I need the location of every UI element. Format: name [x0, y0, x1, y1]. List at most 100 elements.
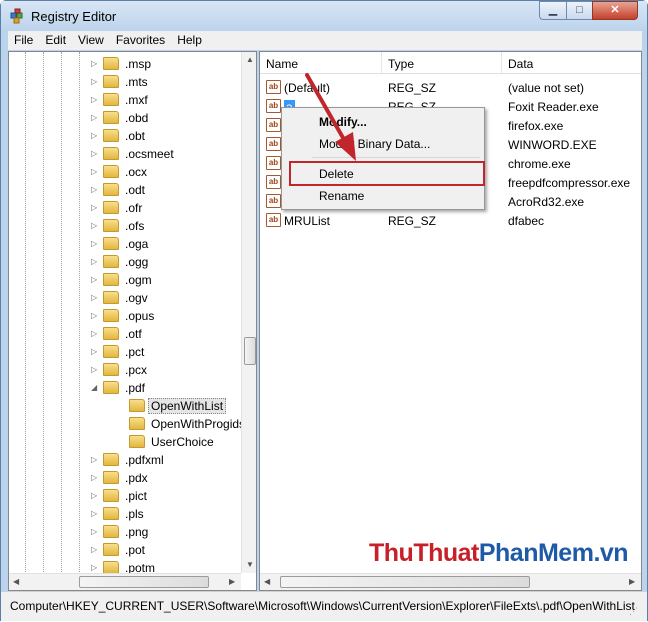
scroll-right-arrow-icon[interactable]: ▶ [229, 577, 235, 586]
expand-arrow-icon[interactable]: ▷ [91, 563, 97, 572]
expand-arrow-icon[interactable]: ▷ [91, 131, 97, 140]
minimize-button[interactable]: ▁ [539, 1, 567, 20]
context-menu-modify-binary[interactable]: Modify Binary Data... [284, 134, 482, 154]
tree-item[interactable]: OpenWithProgids [9, 415, 245, 433]
expand-arrow-icon[interactable]: ▷ [91, 257, 97, 266]
tree-item[interactable]: ▷ .obt [9, 127, 244, 145]
string-value-icon: ab [266, 118, 281, 132]
collapse-arrow-icon[interactable]: ◢ [91, 383, 97, 392]
tree-item[interactable]: ▷ .mxf [9, 91, 244, 109]
tree-item[interactable]: UserChoice [9, 433, 244, 451]
watermark-part-phanmem: PhanMem [478, 539, 594, 567]
folder-icon [103, 129, 119, 142]
expand-arrow-icon[interactable]: ▷ [91, 347, 97, 356]
scroll-right-arrow-icon[interactable]: ▶ [629, 577, 635, 586]
tree-vertical-scrollbar[interactable]: ▲ ▼ [241, 52, 256, 573]
expand-arrow-icon[interactable]: ▷ [91, 149, 97, 158]
tree-item[interactable]: ▷ .oga [9, 235, 244, 253]
tree-horizontal-scrollbar[interactable]: ◀ ▶ [9, 573, 241, 590]
expand-arrow-icon[interactable]: ▷ [91, 185, 97, 194]
resize-grip-icon[interactable]: ⋰ [629, 606, 638, 617]
menu-file[interactable]: File [8, 31, 39, 50]
expand-arrow-icon[interactable]: ▷ [91, 59, 97, 68]
value-row[interactable]: ab (Default) REG_SZ (value not set) [260, 78, 641, 97]
tree-vertical-scroll-thumb[interactable] [244, 337, 256, 365]
scroll-left-arrow-icon[interactable]: ◀ [13, 577, 19, 586]
expand-arrow-icon[interactable]: ▷ [91, 275, 97, 284]
tree-item[interactable]: ▷ .png [9, 523, 244, 541]
folder-icon [103, 255, 119, 268]
maximize-button[interactable]: □ [566, 1, 593, 20]
value-row[interactable]: ab MRUList REG_SZ dfabec [260, 211, 641, 230]
scroll-up-arrow-icon[interactable]: ▲ [246, 55, 254, 64]
expand-arrow-icon[interactable]: ▷ [91, 203, 97, 212]
context-menu-modify[interactable]: Modify... [284, 112, 482, 132]
expand-arrow-icon[interactable]: ▷ [91, 167, 97, 176]
registry-editor-window: Registry Editor ▁ □ ✕ File Edit View Favori… [0, 0, 648, 621]
column-header-type[interactable]: Type [382, 52, 502, 74]
scroll-left-arrow-icon[interactable]: ◀ [264, 577, 270, 586]
tree-item[interactable]: ▷ .otf [9, 325, 244, 343]
folder-icon [103, 363, 119, 376]
tree-item[interactable]: ▷ .ocx [9, 163, 244, 181]
menu-edit[interactable]: Edit [39, 31, 72, 50]
tree-item[interactable]: ▷ .mts [9, 73, 244, 91]
tree-item[interactable]: ▷ .pdfxml [9, 451, 244, 469]
tree-item[interactable]: ▷ .ofs [9, 217, 244, 235]
title-bar[interactable]: Registry Editor ▁ □ ✕ [1, 1, 647, 31]
tree-item[interactable]: ▷ .pct [9, 343, 244, 361]
value-data: freepdfcompressor.exe [508, 176, 631, 190]
expand-arrow-icon[interactable]: ▷ [91, 545, 97, 554]
tree-item[interactable]: ▷ .pict [9, 487, 244, 505]
expand-arrow-icon[interactable]: ▷ [91, 365, 97, 374]
tree-item[interactable]: ▷ .pls [9, 505, 244, 523]
menu-favorites[interactable]: Favorites [110, 31, 171, 50]
expand-arrow-icon[interactable]: ▷ [91, 221, 97, 230]
value-type: REG_SZ [388, 81, 437, 95]
menu-help[interactable]: Help [171, 31, 208, 50]
tree-item[interactable]: ▷ .pot [9, 541, 244, 559]
context-menu-rename[interactable]: Rename [284, 186, 482, 206]
tree-item[interactable]: ◢ .pdf [9, 379, 244, 397]
folder-icon [103, 111, 119, 124]
tree-item[interactable]: ▷ .ogv [9, 289, 244, 307]
tree-item[interactable]: ▷ .opus [9, 307, 244, 325]
expand-arrow-icon[interactable]: ▷ [91, 509, 97, 518]
registry-tree[interactable]: ▷ .msp ▷ .mts ▷ .mxf ▷ .obd ▷ .obt ▷ .ocsmeet ▷ .ocx ▷… [8, 51, 257, 591]
menu-view[interactable]: View [72, 31, 110, 50]
expand-arrow-icon[interactable]: ▷ [91, 77, 97, 86]
tree-horizontal-scroll-thumb[interactable] [79, 576, 209, 588]
expand-arrow-icon[interactable]: ▷ [91, 311, 97, 320]
tree-item-label: .odt [125, 183, 146, 197]
tree-item[interactable]: ▷ .msp [9, 55, 244, 73]
tree-item[interactable]: ▷ .odt [9, 181, 244, 199]
tree-item[interactable]: OpenWithList [9, 397, 244, 415]
tree-item[interactable]: ▷ .ogg [9, 253, 244, 271]
tree-item[interactable]: ▷ .ocsmeet [9, 145, 244, 163]
close-button[interactable]: ✕ [592, 1, 638, 20]
expand-arrow-icon[interactable]: ▷ [91, 491, 97, 500]
value-data: dfabec [508, 214, 545, 228]
tree-item[interactable]: ▷ .obd [9, 109, 244, 127]
column-header-name[interactable]: Name [260, 52, 382, 74]
column-header-data[interactable]: Data [502, 52, 641, 74]
tree-item[interactable]: ▷ .ofr [9, 199, 244, 217]
watermark-part-vn: .vn [593, 539, 629, 567]
expand-arrow-icon[interactable]: ▷ [91, 527, 97, 536]
status-bar: Computer\HKEY_CURRENT_USER\Software\Micr… [1, 591, 647, 621]
expand-arrow-icon[interactable]: ▷ [91, 239, 97, 248]
expand-arrow-icon[interactable]: ▷ [91, 473, 97, 482]
expand-arrow-icon[interactable]: ▷ [91, 293, 97, 302]
folder-icon [103, 147, 119, 160]
list-horizontal-scrollbar[interactable]: ◀ ▶ [260, 573, 641, 590]
expand-arrow-icon[interactable]: ▷ [91, 455, 97, 464]
tree-item[interactable]: ▷ .ogm [9, 271, 244, 289]
scroll-down-arrow-icon[interactable]: ▼ [246, 560, 254, 569]
expand-arrow-icon[interactable]: ▷ [91, 95, 97, 104]
list-horizontal-scroll-thumb[interactable] [280, 576, 530, 588]
tree-item[interactable]: ▷ .pdx [9, 469, 244, 487]
folder-icon [103, 543, 119, 556]
expand-arrow-icon[interactable]: ▷ [91, 113, 97, 122]
tree-item[interactable]: ▷ .pcx [9, 361, 244, 379]
expand-arrow-icon[interactable]: ▷ [91, 329, 97, 338]
